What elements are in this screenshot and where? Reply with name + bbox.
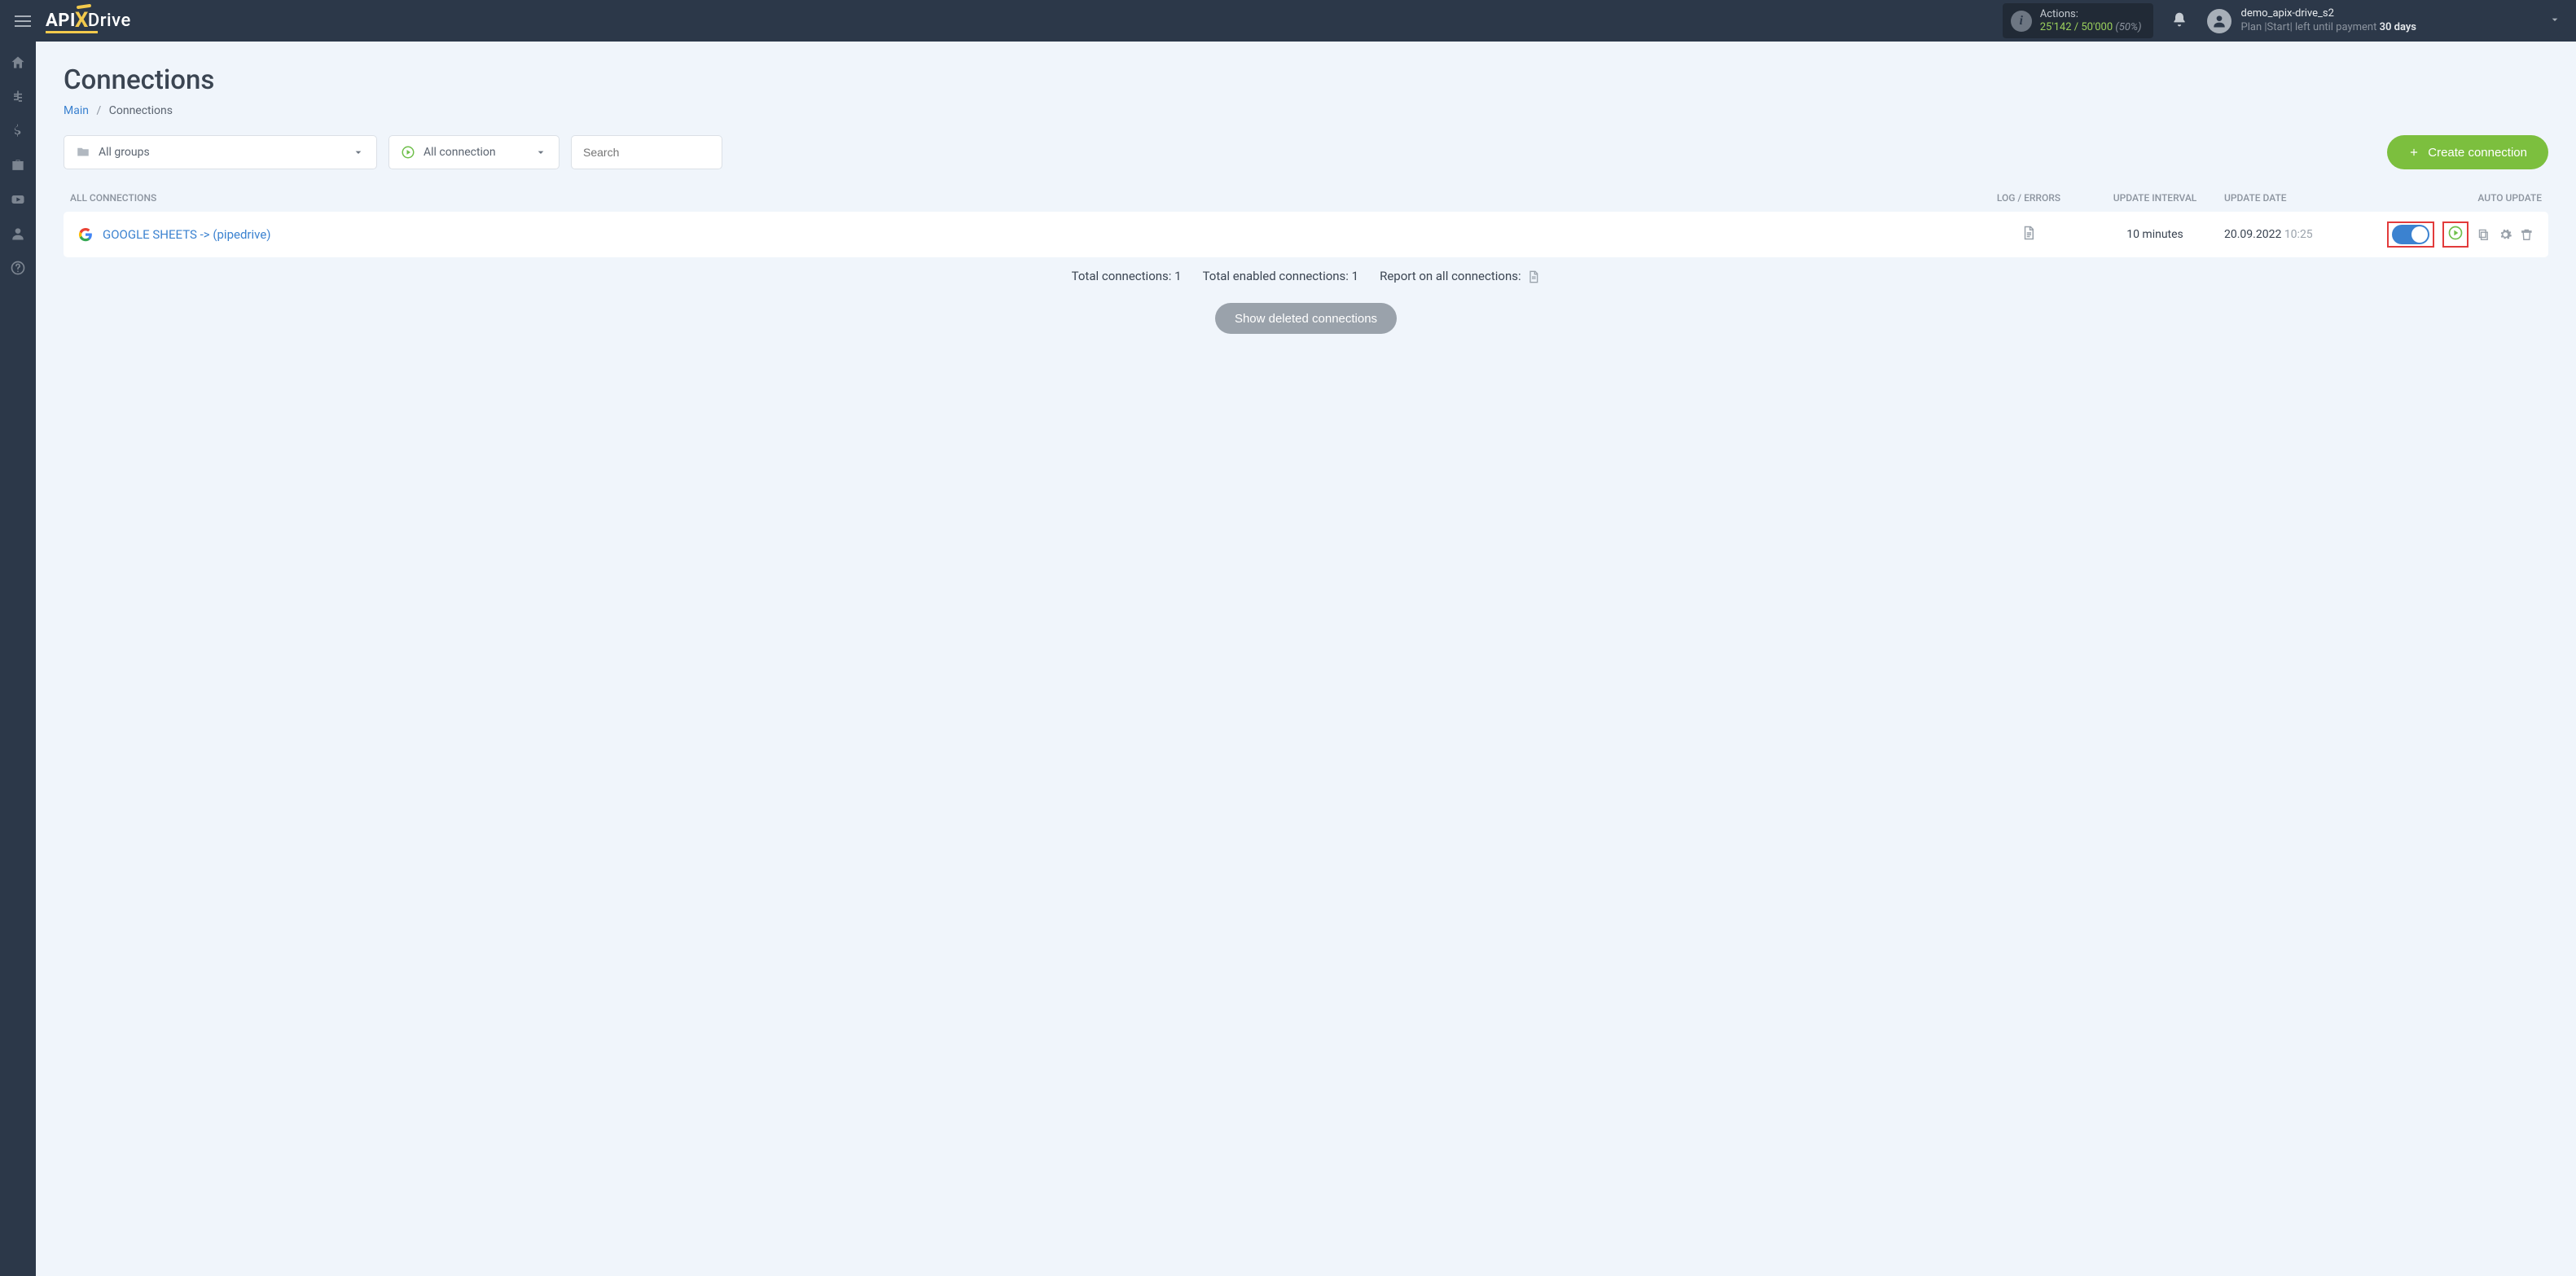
sitemap-icon[interactable] [10,89,26,105]
breadcrumb-main[interactable]: Main [64,104,89,117]
table-header: ALL CONNECTIONS LOG / ERRORS UPDATE INTE… [64,184,2548,212]
breadcrumb: Main / Connections [64,104,2548,117]
col-auto: AUTO UPDATE [2387,192,2542,204]
filters-row: All groups All connection Create connect… [64,135,2548,169]
play-circle-icon [401,145,415,160]
help-icon[interactable] [10,260,26,276]
enabled-connections: Total enabled connections: 1 [1203,269,1359,283]
log-icon[interactable] [2021,226,2036,240]
run-now-button[interactable] [2447,225,2464,244]
report-icon[interactable] [1527,270,1540,283]
groups-label: All groups [99,146,150,159]
status-label: All connection [423,146,496,159]
page-title: Connections [64,64,2548,96]
plan-text: Plan |Start| left until payment [2241,21,2380,33]
plus-icon [2408,147,2420,158]
table-row: GOOGLE SHEETS -> (pipedrive) 10 minutes … [64,212,2548,257]
folder-icon [76,145,90,160]
avatar-icon [2207,9,2232,33]
notifications-icon[interactable] [2171,11,2188,31]
chevron-down-icon [534,146,547,159]
report-label: Report on all connections: [1380,269,1521,283]
topbar: APIXDrive i Actions: 25'142 / 50'000 (50… [0,0,2576,42]
date-value: 20.09.2022 [2224,228,2281,241]
connection-name-link[interactable]: GOOGLE SHEETS -> (pipedrive) [103,227,271,242]
plan-days: 30 days [2380,21,2416,33]
gear-icon[interactable] [2499,227,2512,242]
logo[interactable]: APIXDrive [46,8,131,33]
auto-update-toggle[interactable] [2392,225,2429,244]
chevron-down-icon [2548,13,2561,29]
copy-icon[interactable] [2477,227,2490,242]
info-icon: i [2011,11,2032,32]
search-box[interactable] [571,135,722,169]
user-icon[interactable] [10,226,26,242]
dollar-icon[interactable] [10,123,26,139]
create-btn-label: Create connection [2428,146,2527,160]
home-icon[interactable] [10,55,26,71]
actions-pct: (50%) [2115,21,2141,33]
user-name: demo_apix-drive_s2 [2241,7,2416,20]
user-menu[interactable]: demo_apix-drive_s2 Plan |Start| left unt… [2207,7,2561,34]
create-connection-button[interactable]: Create connection [2387,135,2548,169]
total-connections: Total connections: 1 [1072,269,1182,283]
trash-icon[interactable] [2520,227,2534,242]
summary-row: Total connections: 1 Total enabled conne… [64,269,2548,283]
actions-label: Actions: [2040,8,2142,21]
col-name: ALL CONNECTIONS [70,192,1972,204]
col-interval: UPDATE INTERVAL [2086,192,2224,204]
highlight-toggle [2387,221,2434,248]
show-deleted-button[interactable]: Show deleted connections [1215,303,1397,334]
col-log: LOG / ERRORS [1972,192,2086,204]
page-content: Connections Main / Connections All group… [36,42,2576,357]
status-select[interactable]: All connection [388,135,560,169]
interval-value: 10 minutes [2086,228,2224,241]
time-value: 10:25 [2284,228,2313,241]
briefcase-icon[interactable] [10,157,26,173]
breadcrumb-current: Connections [109,104,173,117]
sidebar [0,42,36,1276]
highlight-play [2442,221,2468,248]
actions-badge[interactable]: i Actions: 25'142 / 50'000 (50%) [2003,3,2153,38]
col-date: UPDATE DATE [2224,192,2387,204]
chevron-down-icon [352,146,365,159]
actions-limit: / 50'000 [2074,21,2113,33]
google-icon [78,227,93,242]
youtube-icon[interactable] [10,191,26,208]
groups-select[interactable]: All groups [64,135,377,169]
search-input[interactable] [583,146,710,159]
actions-used: 25'142 [2040,21,2072,33]
menu-toggle-icon[interactable] [15,15,31,27]
